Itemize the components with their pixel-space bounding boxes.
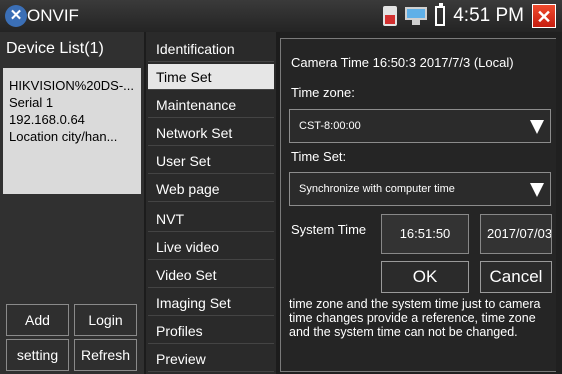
time-set-label: Time Set: — [291, 149, 347, 164]
camera-time-readout: Camera Time 16:50:3 2017/7/3 (Local) — [291, 55, 514, 70]
cancel-button[interactable]: Cancel — [480, 261, 552, 293]
menu-item-network-set[interactable]: Network Set — [148, 120, 274, 146]
system-date-field[interactable]: 2017/07/03 — [480, 214, 552, 254]
device-location: Location city/han... — [9, 129, 118, 144]
time-zone-label: Time zone: — [291, 85, 355, 100]
refresh-button[interactable]: Refresh — [74, 339, 137, 371]
network-icon — [405, 7, 428, 25]
app-title: ONVIF — [27, 6, 79, 25]
menu-item-identification[interactable]: Identification — [148, 36, 274, 62]
add-button[interactable]: Add — [6, 304, 69, 336]
title-bar: ✕ ONVIF 4:51 PM ✕ — [0, 0, 562, 32]
time-zone-value: CST-8:00:00 — [299, 120, 361, 132]
dropdown-arrow-icon — [530, 120, 544, 134]
system-time-field[interactable]: 16:51:50 — [381, 214, 469, 254]
menu-item-maintenance[interactable]: Maintenance — [148, 92, 274, 118]
time-set-value: Synchronize with computer time — [299, 183, 455, 195]
dropdown-arrow-icon — [530, 183, 544, 197]
system-time-label: System Time — [291, 222, 367, 237]
device-panel: Device List(1) HIKVISION%20DS-... Serial… — [0, 32, 144, 374]
sd-card-icon — [383, 6, 398, 26]
setting-button[interactable]: setting — [6, 339, 69, 371]
ok-button[interactable]: OK — [381, 261, 469, 293]
menu-item-time-set[interactable]: Time Set — [148, 64, 274, 90]
time-zone-select[interactable]: CST-8:00:00 — [289, 109, 551, 143]
login-button[interactable]: Login — [74, 304, 137, 336]
device-serial: Serial 1 — [9, 95, 54, 110]
menu-item-video-set[interactable]: Video Set — [148, 262, 274, 288]
device-name: HIKVISION%20DS-... — [9, 78, 134, 93]
menu-item-preview[interactable]: Preview — [148, 346, 274, 372]
menu-item-user-set[interactable]: User Set — [148, 148, 274, 174]
menu-item-nvt[interactable]: NVT — [148, 206, 274, 232]
time-set-panel: Camera Time 16:50:3 2017/7/3 (Local) Tim… — [280, 32, 562, 374]
battery-icon — [435, 3, 446, 26]
time-set-box: Camera Time 16:50:3 2017/7/3 (Local) Tim… — [280, 38, 556, 372]
device-list-header: Device List(1) — [6, 40, 104, 57]
menu-item-web-page[interactable]: Web page — [148, 176, 274, 202]
status-area: 4:51 PM ✕ — [383, 3, 556, 29]
device-ip: 192.168.0.64 — [9, 112, 85, 127]
time-set-select[interactable]: Synchronize with computer time — [289, 172, 551, 206]
device-list-item[interactable]: HIKVISION%20DS-... Serial 1 192.168.0.64… — [3, 68, 141, 194]
clock: 4:51 PM — [453, 5, 524, 26]
menu-item-profiles[interactable]: Profiles — [148, 318, 274, 344]
settings-menu: Identification Time Set Maintenance Netw… — [146, 32, 276, 374]
menu-item-live-video[interactable]: Live video — [148, 234, 274, 260]
close-icon[interactable]: ✕ — [532, 4, 556, 28]
time-note: time zone and the system time just to ca… — [289, 297, 541, 339]
menu-item-imaging-set[interactable]: Imaging Set — [148, 290, 274, 316]
onvif-logo-icon: ✕ — [5, 5, 27, 27]
